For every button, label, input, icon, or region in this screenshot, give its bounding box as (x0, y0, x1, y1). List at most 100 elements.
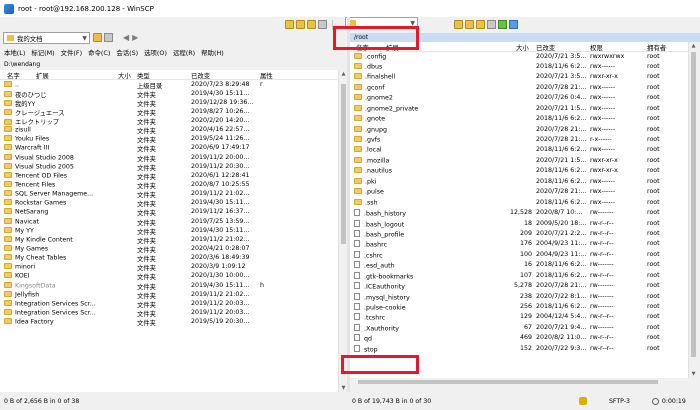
refresh-icon[interactable] (318, 20, 327, 29)
table-row[interactable]: 夜のひつじ 文件夹 2019/4/30 15:11... (0, 89, 338, 99)
table-row[interactable]: Youku Files 文件夹 2019/5/24 11:26... (0, 135, 338, 144)
right-hscroll-thumb[interactable] (358, 380, 658, 384)
open-folder-icon[interactable] (285, 20, 294, 29)
table-row[interactable]: 我的YY 文件夹 2019/12/28 19:36... (0, 98, 338, 108)
back-arrow-icon[interactable]: ◀ (123, 33, 129, 42)
left-location-combo[interactable]: 我的文档 ▼ (3, 32, 90, 44)
table-row[interactable]: My Kindle Content 文件夹 2019/11/2 21:02... (0, 235, 338, 245)
col-owner[interactable]: 拥有者 (647, 43, 666, 52)
scroll-down-icon[interactable]: ▼ (340, 385, 347, 391)
table-row[interactable]: minori 文件夹 2020/3/9 1:09:12 (0, 263, 338, 272)
table-row[interactable]: .gnote 2018/11/6 6:2... rwx------ root (350, 115, 688, 125)
col-ext[interactable]: 扩展 (36, 71, 49, 80)
col-permissions[interactable]: 权限 (590, 43, 603, 52)
table-row[interactable]: stop 152 2020/7/22 9:3... rw-r--r-- root (350, 344, 688, 354)
right-file-list[interactable]: 名字 扩展 大小 已改变 权限 拥有者 .config 2020/7/21 3:5… (350, 42, 688, 378)
table-row[interactable]: .nautilus 2018/11/6 6:2... rwxr-xr-x root (350, 167, 688, 177)
left-scroll-thumb[interactable] (341, 84, 346, 244)
remote-refresh-icon[interactable] (498, 20, 507, 29)
table-row[interactable]: My Games 文件夹 2020/4/21 0:28:07 (0, 245, 338, 254)
menu-file[interactable]: 文件(F) (61, 48, 82, 57)
scroll-down-icon[interactable]: ▼ (690, 371, 697, 377)
table-row[interactable]: Jellyfish 文件夹 2019/11/2 21:02... (0, 290, 338, 300)
table-row[interactable]: Idea Factory 文件夹 2019/5/19 20:30... (0, 318, 338, 327)
root-folder-icon[interactable] (307, 20, 316, 29)
table-row[interactable]: エレクトリップ 文件夹 2020/2/20 14:20... (0, 117, 338, 126)
table-row[interactable]: KOEI 文件夹 2020/1/30 10:00... (0, 272, 338, 281)
table-row[interactable]: .ICEauthority 5,278 2020/7/28 21:... rw----… (350, 282, 688, 292)
table-row[interactable]: .bash_logout 18 2009/5/20 18:... rw-r--r-- r… (350, 219, 688, 229)
table-row[interactable]: .gtk-bookmarks 107 2018/11/6 6:2... rw-r--r… (350, 271, 688, 281)
table-row[interactable]: NetSarang 文件夹 2019/11/2 16:37... (0, 208, 338, 217)
col-name[interactable]: 名字 (356, 43, 369, 52)
table-row[interactable]: .gnome2 2020/7/26 0:4... rwx------ root (350, 94, 688, 104)
table-row[interactable]: Warcraft III 文件夹 2020/6/9 17:49:17 (0, 144, 338, 153)
col-changed[interactable]: 已改变 (191, 71, 210, 80)
col-size[interactable]: 大小 (118, 71, 131, 80)
table-row[interactable]: My YY 文件夹 2019/4/30 15:11... (0, 226, 338, 236)
col-attr[interactable]: 属性 (260, 71, 273, 80)
remote-home-icon[interactable] (487, 20, 496, 29)
table-row[interactable]: .cshrc 100 2004/9/23 11:... rw-r--r-- root (350, 250, 688, 260)
right-scrollbar[interactable]: ▲ ▼ (688, 42, 697, 378)
table-row[interactable]: .. 上级目录 2020/7/23 8:29:48 r (0, 80, 338, 90)
table-row[interactable]: Tencent OD Files 文件夹 2020/6/1 12:28:41 (0, 171, 338, 181)
table-row[interactable]: Visual Studio 2008 文件夹 2019/11/2 20:00... (0, 153, 338, 163)
col-changed[interactable]: 已改变 (536, 43, 555, 52)
table-row[interactable]: .pulse-cookie 256 2018/11/6 6:2... rw------… (350, 303, 688, 313)
col-type[interactable]: 类型 (137, 71, 150, 80)
table-row[interactable]: .gconf 2020/7/28 21:... rwx------ root (350, 83, 688, 93)
table-row[interactable]: .bash_history 12,528 2020/8/7 10:... rw----… (350, 209, 688, 219)
parent-folder-icon[interactable] (296, 20, 305, 29)
left-open-icon[interactable] (93, 33, 102, 42)
menu-command[interactable]: 命令(C) (88, 48, 110, 57)
table-row[interactable]: .bash_profile 209 2020/7/21 2:2... rw-r--r-… (350, 229, 688, 239)
table-row[interactable]: KingsoftData 文件夹 2019/4/30 15:11... h (0, 281, 338, 291)
table-row[interactable]: Rockstar Games 文件夹 2019/4/30 15:11... (0, 199, 338, 208)
table-row[interactable]: Integration Services Scr... 文件夹 2019/11/2 … (0, 309, 338, 318)
table-row[interactable]: .local 2018/11/6 6:2... rwx------ root (350, 146, 688, 156)
remote-parent-folder-icon[interactable] (465, 20, 474, 29)
remote-location-combo[interactable]: ▼ (345, 17, 418, 29)
col-name[interactable]: 名字 (7, 71, 20, 80)
table-row[interactable]: クレージュエース 文件夹 2019/8/27 10:26... (0, 107, 338, 117)
table-row[interactable]: .mysql_history 238 2020/7/22 8:1... rw-----… (350, 292, 688, 302)
table-row[interactable]: .esd_auth 16 2018/11/6 6:2... rw------- root (350, 261, 688, 271)
left-scrollbar[interactable]: ▲ ▼ (338, 70, 347, 392)
table-row[interactable]: .bashrc 176 2004/9/23 11:... rw-r--r-- root (350, 240, 688, 250)
menu-help[interactable]: 帮助(H) (201, 48, 224, 57)
table-row[interactable]: My Cheat Tables 文件夹 2020/3/6 18:49:39 (0, 254, 338, 263)
table-row[interactable]: .ssh 2018/11/6 6:2... rwx------ root (350, 198, 688, 208)
table-row[interactable]: .pulse 2020/7/28 21:... rwx------ root (350, 188, 688, 198)
table-row[interactable]: .pki 2018/11/6 6:2... rwx------ root (350, 177, 688, 187)
table-row[interactable]: .gvfs 2020/7/28 21:... r-x------ root (350, 136, 688, 146)
table-row[interactable]: SQL Server Manageme... 文件夹 2019/11/2 21:02… (0, 190, 338, 199)
menu-session[interactable]: 会话(S) (116, 48, 138, 57)
forward-arrow-icon[interactable]: ▶ (132, 33, 138, 42)
table-row[interactable]: .gnome2_private 2020/7/21 1:5... rwx------… (350, 104, 688, 114)
menu-remote[interactable]: 远程(R) (173, 48, 195, 57)
table-row[interactable]: .tcshrc 129 2004/12/4 5:4... rw-r--r-- root (350, 313, 688, 323)
table-row[interactable]: .mozilla 2020/7/21 1:5... rwxr-xr-x root (350, 156, 688, 166)
table-row[interactable]: Integration Services Scr... 文件夹 2019/11/2 … (0, 299, 338, 309)
right-hscrollbar[interactable] (350, 378, 688, 386)
find-files-icon[interactable] (509, 20, 518, 29)
table-row[interactable]: .Xauthority 67 2020/7/21 9:4... rw------- ro… (350, 323, 688, 333)
table-row[interactable]: .gnupg 2020/7/28 21:... rwx------ root (350, 125, 688, 135)
menu-local[interactable]: 本地(L) (4, 48, 25, 57)
table-row[interactable]: zisull 文件夹 2020/4/16 22:57... (0, 126, 338, 135)
table-row[interactable]: .config 2020/7/21 3:5... rwxrwxrwx root (350, 52, 688, 62)
left-file-list[interactable]: 名字 扩展 大小 类型 已改变 属性 .. 上级目录 2020/7/23 8:29:… (0, 70, 338, 392)
right-scroll-thumb[interactable] (691, 52, 696, 357)
remote-root-folder-icon[interactable] (476, 20, 485, 29)
table-row[interactable]: Navicat 文件夹 2019/7/25 13:59... (0, 217, 338, 227)
col-size[interactable]: 大小 (516, 43, 529, 52)
scroll-up-icon[interactable]: ▲ (690, 43, 697, 49)
remote-folder-icon[interactable] (454, 20, 463, 29)
table-row[interactable]: Visual Studio 2005 文件夹 2019/11/2 20:30... (0, 162, 338, 172)
scroll-up-icon[interactable]: ▲ (340, 71, 347, 77)
left-filter-icon[interactable] (104, 33, 113, 42)
table-row[interactable]: Tencent Files 文件夹 2020/8/7 10:25:55 (0, 181, 338, 190)
table-row[interactable]: .finalshell 2020/7/21 3:5... rwxr-xr-x root (350, 73, 688, 83)
table-row[interactable]: .dbus 2018/11/6 6:2... rwx------ root (350, 62, 688, 72)
